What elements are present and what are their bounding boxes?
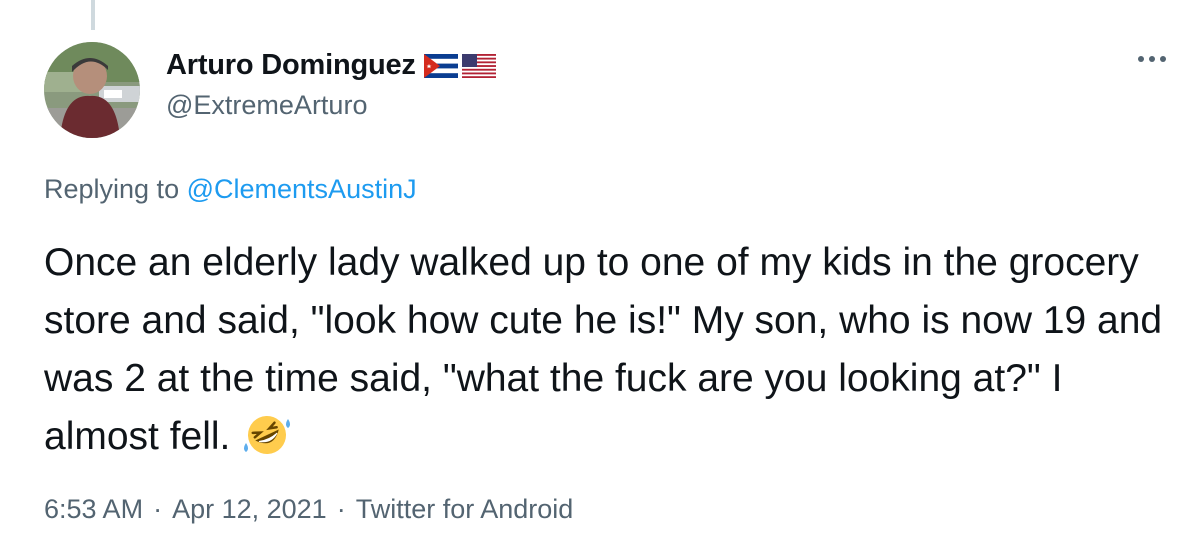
- tweet-card: Arturo Dominguez @ExtremeArturo Replying…: [0, 0, 1196, 536]
- tweet-time[interactable]: 6:53 AM: [44, 494, 143, 525]
- replying-to-label: Replying to: [44, 174, 180, 204]
- replying-to-line: Replying to @ClementsAustinJ: [44, 174, 417, 205]
- author-name-row[interactable]: Arturo Dominguez: [166, 49, 496, 82]
- more-dot: [1160, 56, 1166, 62]
- rolling-on-floor-laughing-emoji: [244, 416, 291, 454]
- avatar[interactable]: [44, 42, 140, 138]
- tweet-date[interactable]: Apr 12, 2021: [172, 494, 327, 525]
- meta-separator: ·: [153, 494, 163, 524]
- replying-to-handle-link[interactable]: @ClementsAustinJ: [187, 174, 417, 204]
- tweet-source[interactable]: Twitter for Android: [356, 494, 574, 525]
- meta-separator: ·: [336, 494, 346, 524]
- more-dot: [1138, 56, 1144, 62]
- author-handle[interactable]: @ExtremeArturo: [166, 90, 367, 121]
- author-display-name[interactable]: Arturo Dominguez: [166, 49, 416, 82]
- more-horizontal-icon[interactable]: [1138, 56, 1166, 62]
- thread-connector-line: [91, 0, 95, 30]
- us-flag-icon: [461, 53, 496, 78]
- tweet-metadata: 6:53 AM · Apr 12, 2021 · Twitter for And…: [44, 494, 573, 525]
- cuba-flag-icon: [423, 53, 458, 78]
- tweet-text-block: Once an elderly lady walked up to one of…: [44, 234, 1174, 466]
- avatar-photo: [44, 42, 140, 138]
- author-flags: [423, 53, 496, 78]
- tweet-text: Once an elderly lady walked up to one of…: [44, 241, 1163, 458]
- more-dot: [1149, 56, 1155, 62]
